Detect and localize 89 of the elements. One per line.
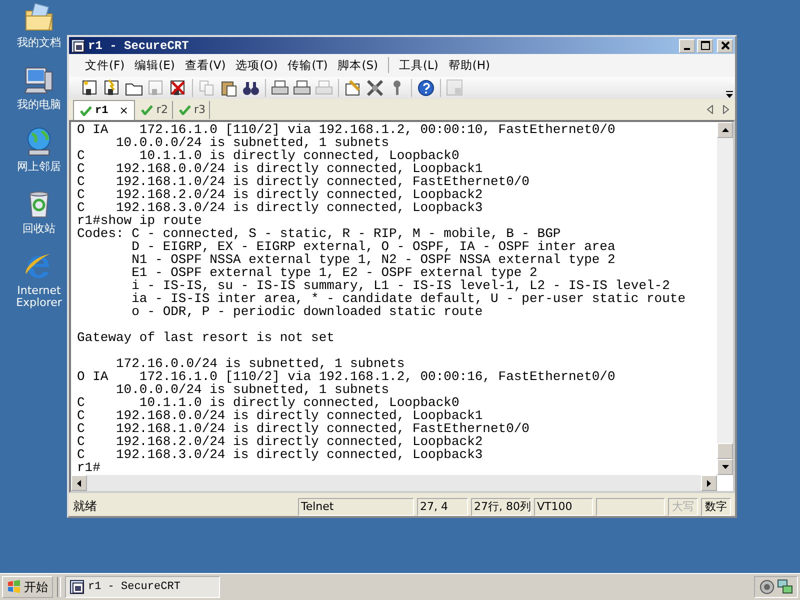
terminal-line: O IA 172.16.1.0 [110/2] via 192.168.1.2, 00:00:16, FastEthernet0/0 — [77, 370, 616, 384]
menu-item[interactable]: 工具(L) — [395, 56, 442, 75]
terminal-line: C 10.1.1.0 is directly connected, Loopback0 — [77, 149, 460, 162]
emulation-panel: VT100 — [534, 498, 593, 516]
check-icon — [178, 104, 191, 115]
terminal-line: 172.16.0.0/24 is subnetted, 1 subnets — [115, 357, 405, 370]
status-panel — [596, 498, 665, 516]
up-arrow-icon — [722, 128, 728, 132]
scroll-down-button[interactable] — [717, 459, 733, 476]
desktop-icon-label[interactable]: 回收站 — [9, 223, 69, 235]
session-tab[interactable]: r1 × — [73, 100, 136, 120]
terminal-line: C 192.168.0.0/24 is directly connected, Loopback1 — [77, 409, 483, 422]
left-arrow-icon — [77, 480, 81, 487]
print-icon[interactable] — [293, 79, 311, 97]
key-indicator: 数字 — [701, 498, 731, 516]
terminal-line: E1 - OSPF external type 1, E2 - OSPF external type 2 — [130, 266, 538, 280]
minimize-button[interactable] — [679, 38, 695, 52]
terminal-line: C 192.168.3.0/24 is directly connected, Loopback3 — [77, 201, 483, 214]
maximize-icon — [700, 41, 710, 50]
menu-item[interactable]: 编辑(E) — [130, 56, 179, 75]
menu-item[interactable]: 传输(T) — [284, 56, 332, 75]
terminal-size-panel: 27行, 80列 — [471, 498, 531, 516]
terminal-line: C 192.168.0.0/24 is directly connected, Loopback1 — [77, 162, 483, 176]
start-button[interactable]: 开始 — [2, 576, 53, 598]
terminal-line: 10.0.0.0/24 is subnetted, 1 subnets — [115, 383, 390, 396]
terminal-line: C 192.168.1.0/24 is directly connected, FastEthernet0/0 — [77, 175, 530, 188]
terminal-line: O IA 172.16.1.0 [110/2] via 192.168.1.2, 00:00:10, FastEthernet0/0 — [77, 123, 616, 136]
terminal-line: C 192.168.2.0/24 is directly connected, Loopback2 — [77, 188, 483, 202]
tab-close-button[interactable]: × — [119, 104, 128, 118]
status-message: 就绪 — [73, 498, 98, 516]
terminal-line: r1#show ip route — [77, 214, 202, 228]
cursor-position-panel: 27, 4 — [417, 498, 468, 516]
maximize-button[interactable] — [697, 38, 713, 52]
terminal-line: C 192.168.2.0/24 is directly connected, Loopback2 — [77, 435, 483, 448]
menu-item[interactable]: 选项(O) — [232, 56, 282, 75]
menu-item[interactable]: 帮助(H) — [444, 56, 494, 75]
terminal-line: ia - IS-IS inter area, * - candidate default, U - per-user static route — [130, 292, 686, 306]
session-tab[interactable]: r3 — [174, 100, 210, 119]
scroll-up-button[interactable] — [717, 122, 733, 138]
desktop-icon-label[interactable]: 我的文档 — [9, 37, 69, 49]
terminal-line: D - EIGRP, EX - EIGRP external, O - OSPF, IA - OSPF inter area — [130, 240, 616, 254]
right-arrow-icon — [707, 480, 711, 487]
session-tab[interactable]: r2 — [137, 100, 173, 119]
terminal-line: Codes: C - connected, S - static, R - RIP, M - mobile, B - BGP — [77, 227, 561, 240]
desktop-icon-label[interactable]: 我的电脑 — [9, 99, 69, 111]
desktop-icon-label[interactable]: 网上邻居 — [9, 161, 69, 173]
connect-icon[interactable] — [81, 79, 99, 97]
menu-item[interactable]: 查看(V) — [180, 56, 230, 75]
help-icon[interactable] — [417, 79, 435, 97]
desktop-icon-label[interactable]: Internet Explorer — [9, 285, 69, 309]
check-icon — [80, 106, 92, 116]
terminal-line: C 192.168.1.0/24 is directly connected, FastEthernet0/0 — [77, 422, 530, 436]
vertical-scrollbar[interactable] — [717, 122, 733, 476]
check-icon — [141, 104, 154, 115]
scroll-left-icon[interactable] — [707, 105, 713, 114]
scroll-left-button[interactable] — [71, 475, 87, 492]
minimize-icon — [684, 48, 690, 50]
terminal-line: N1 - OSPF NSSA external type 1, N2 - OSPF NSSA external type 2 — [130, 253, 616, 266]
key-indicator: 大写 — [668, 498, 698, 516]
scroll-right-button[interactable] — [701, 475, 717, 492]
down-arrow-icon — [722, 465, 728, 470]
chevron-icon[interactable] — [726, 91, 733, 100]
scroll-right-icon[interactable] — [723, 105, 729, 114]
terminal-line: i - IS-IS, su - IS-IS summary, L1 - IS-IS level-1, L2 - IS-IS level-2 — [130, 279, 670, 292]
terminal-line: 10.0.0.0/24 is subnetted, 1 subnets — [115, 136, 390, 150]
windows-logo-icon — [7, 580, 21, 594]
taskbar-window-button[interactable]: r1 - SecureCRT — [65, 576, 220, 598]
network-status-icon[interactable] — [777, 579, 793, 595]
print-icon[interactable] — [271, 79, 289, 97]
close-button[interactable] — [717, 38, 733, 52]
window-title: r1 - SecureCRT — [88, 38, 189, 52]
terminal-line: C 10.1.1.0 is directly connected, Loopback0 — [77, 396, 460, 410]
menu-item[interactable]: 文件(F) — [81, 56, 129, 75]
lightning-icon[interactable] — [103, 79, 121, 97]
terminal-line: r1# — [77, 461, 100, 474]
horizontal-scrollbar[interactable] — [71, 475, 717, 492]
terminal-icon — [70, 580, 84, 594]
disconnect-icon[interactable] — [169, 79, 187, 97]
protocol-panel: Telnet — [298, 498, 414, 516]
menu-item[interactable]: 脚本(S) — [334, 56, 382, 75]
terminal-line: Gateway of last resort is not set — [77, 331, 334, 344]
close-icon — [720, 41, 730, 50]
properties-icon[interactable] — [344, 79, 362, 97]
binoculars-icon[interactable] — [242, 79, 260, 97]
terminal-line: o - ODR, P - periodic downloaded static route — [130, 305, 483, 318]
clipboard-icon[interactable] — [220, 79, 238, 97]
scroll-thumb[interactable] — [717, 443, 733, 460]
terminal-line: C 192.168.3.0/24 is directly connected, Loopback3 — [77, 448, 483, 462]
speaker-icon[interactable] — [759, 579, 775, 595]
